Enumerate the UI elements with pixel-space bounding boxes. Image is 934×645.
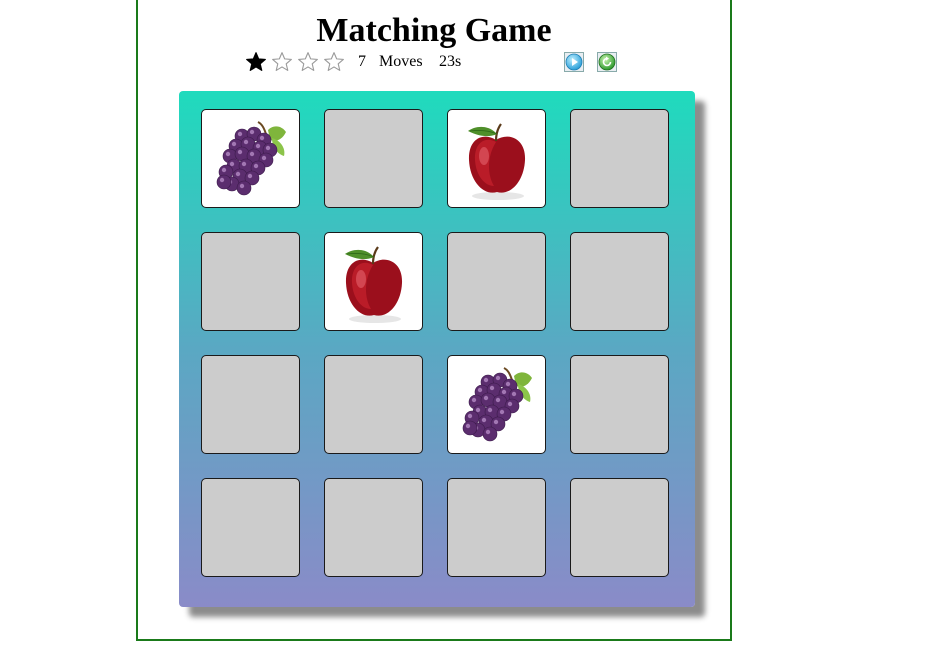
card[interactable]: [570, 232, 669, 331]
card-deck: [179, 91, 695, 607]
grapes-icon: [448, 356, 545, 453]
play-button[interactable]: [564, 52, 584, 72]
restart-icon: [598, 53, 616, 71]
restart-button[interactable]: [597, 52, 617, 72]
card[interactable]: [447, 355, 546, 454]
card[interactable]: [324, 109, 423, 208]
grapes-icon: [202, 110, 299, 207]
card[interactable]: [201, 109, 300, 208]
card[interactable]: [447, 478, 546, 577]
card[interactable]: [324, 355, 423, 454]
star-filled-icon: [245, 51, 267, 73]
star-empty-icon: [323, 51, 345, 73]
card[interactable]: [447, 232, 546, 331]
card[interactable]: [201, 478, 300, 577]
card[interactable]: [570, 355, 669, 454]
card[interactable]: [570, 478, 669, 577]
card[interactable]: [201, 232, 300, 331]
moves-label: Moves: [379, 53, 423, 70]
star-empty-icon: [271, 51, 293, 73]
card[interactable]: [324, 478, 423, 577]
card[interactable]: [201, 355, 300, 454]
card[interactable]: [324, 232, 423, 331]
game-title: Matching Game: [316, 12, 552, 49]
game-container: Matching Game 7 Moves 23s: [136, 0, 732, 641]
apple-icon: [325, 233, 422, 330]
timer: 23s: [439, 53, 462, 70]
apple-icon: [448, 110, 545, 207]
star-empty-icon: [297, 51, 319, 73]
card[interactable]: [570, 109, 669, 208]
card[interactable]: [447, 109, 546, 208]
play-icon: [565, 53, 583, 71]
moves-count: 7: [358, 53, 366, 70]
